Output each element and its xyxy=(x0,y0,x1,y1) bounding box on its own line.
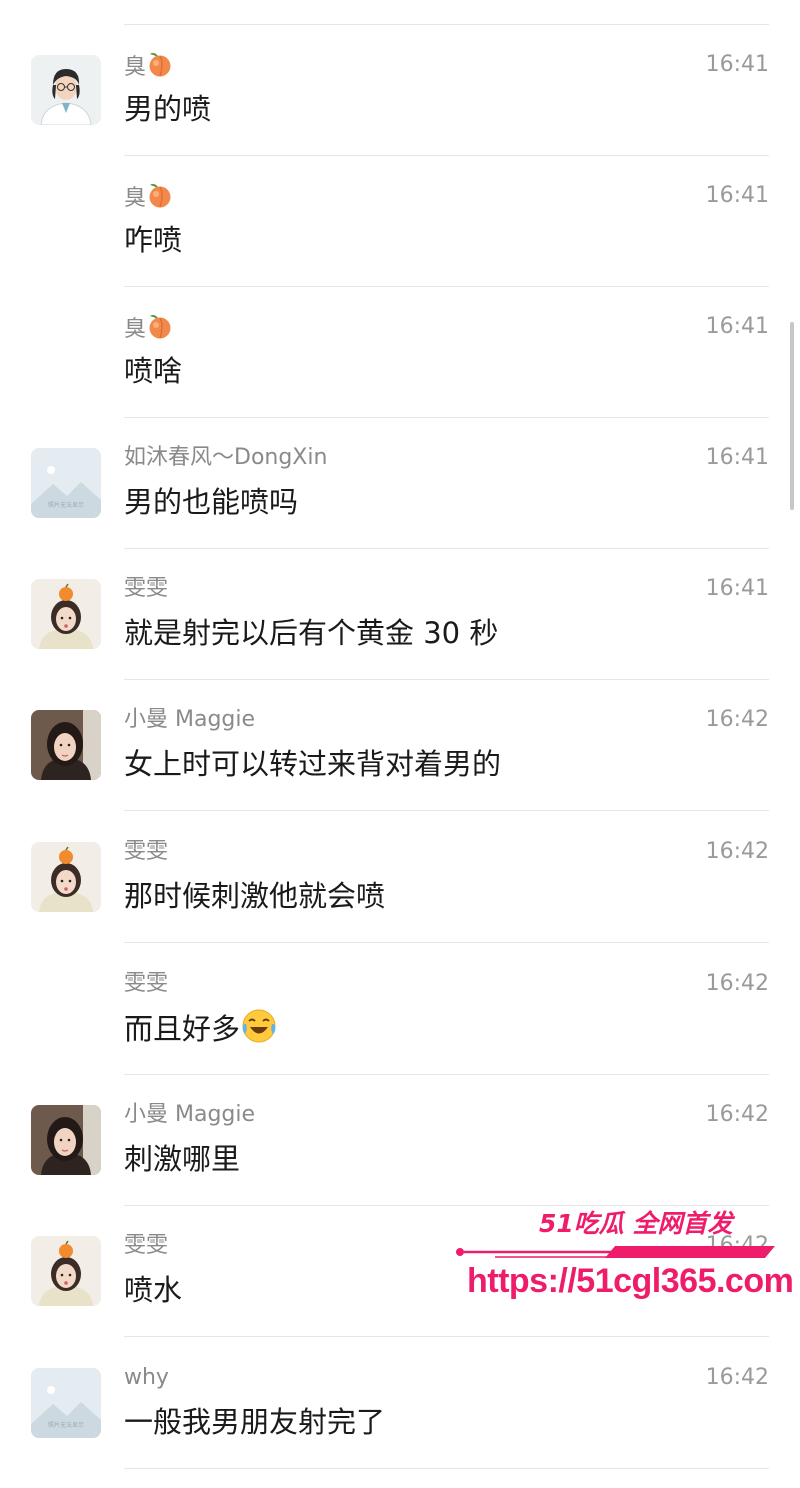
message-row[interactable]: 雯雯 16:42 那时候刺激他就会喷 xyxy=(0,812,800,943)
message-text[interactable]: 女上时可以转过来背对着男的 xyxy=(124,744,501,784)
sender-name: 小曼 Maggie xyxy=(124,707,256,732)
message-text[interactable]: 刺激哪里 xyxy=(124,1139,240,1179)
avatar[interactable] xyxy=(31,1236,101,1306)
message-time: 16:42 xyxy=(705,971,769,996)
message-time: 16:41 xyxy=(705,52,769,77)
message-row[interactable]: 臭 16:41 喷啥 xyxy=(0,287,800,418)
avatar-placeholder-icon[interactable]: 照片无法显示 xyxy=(31,1368,101,1438)
message-time: 16:42 xyxy=(705,839,769,864)
message-text[interactable]: 那时候刺激他就会喷 xyxy=(124,876,385,916)
watermark-url: https://51cgl365.com xyxy=(467,1262,794,1300)
message-text[interactable]: 喷啥 xyxy=(124,351,182,391)
svg-text:照片无法显示: 照片无法显示 xyxy=(48,1421,84,1429)
message-row[interactable]: 小曼 Maggie 16:42 女上时可以转过来背对着男的 xyxy=(0,680,800,811)
divider xyxy=(124,810,769,811)
message-text[interactable]: 咋喷 xyxy=(124,220,182,260)
message-text[interactable]: 一般我男朋友射完了 xyxy=(124,1402,385,1442)
scrollbar[interactable] xyxy=(790,322,794,510)
sender-name: 雯雯 xyxy=(124,839,169,864)
message-text[interactable]: 男的喷 xyxy=(124,89,211,129)
avatar-placeholder-icon[interactable]: 照片无法显示 xyxy=(31,448,101,518)
sender-name: 小曼 Maggie xyxy=(124,1102,256,1127)
sender-name: 雯雯 xyxy=(124,1233,169,1258)
laughing-tears-emoji xyxy=(240,1008,278,1054)
message-row[interactable]: 雯雯 16:42 而且好多 xyxy=(0,944,800,1075)
divider xyxy=(124,1468,769,1469)
message-row[interactable]: 照片无法显示 如沐春风～DongXin 16:41 男的也能喷吗 xyxy=(0,418,800,549)
message-time: 16:41 xyxy=(705,314,769,339)
divider xyxy=(124,942,769,943)
peach-emoji xyxy=(146,51,174,85)
sender-name: 臭 xyxy=(124,182,174,216)
sender-name: 雯雯 xyxy=(124,576,169,601)
message-time: 16:41 xyxy=(705,183,769,208)
avatar[interactable] xyxy=(31,55,101,125)
sender-name: 如沐春风～DongXin xyxy=(124,445,328,470)
message-time: 16:41 xyxy=(705,445,769,470)
avatar[interactable] xyxy=(31,579,101,649)
message-row[interactable]: 臭 16:41 咋喷 xyxy=(0,156,800,287)
message-row[interactable]: 照片无法显示 why 16:42 一般我男朋友射完了 xyxy=(0,1338,800,1469)
svg-text:照片无法显示: 照片无法显示 xyxy=(48,501,84,509)
watermark-brand: 51吃瓜 全网首发 xyxy=(539,1209,733,1238)
message-text[interactable]: 而且好多 xyxy=(124,1008,278,1054)
watermark: 51吃瓜 全网首发 https://51cgl365.com xyxy=(455,1200,794,1310)
sender-name: 雯雯 xyxy=(124,971,169,996)
message-text[interactable]: 男的也能喷吗 xyxy=(124,482,298,522)
sender-name: 臭 xyxy=(124,313,174,347)
peach-emoji xyxy=(146,313,174,347)
message-row[interactable]: 雯雯 16:41 就是射完以后有个黄金 30 秒 xyxy=(0,549,800,680)
message-time: 16:42 xyxy=(705,1102,769,1127)
avatar[interactable] xyxy=(31,842,101,912)
avatar[interactable] xyxy=(31,710,101,780)
message-time: 16:42 xyxy=(705,1365,769,1390)
message-text[interactable]: 喷水 xyxy=(124,1270,182,1310)
sender-name: why xyxy=(124,1365,169,1390)
avatar[interactable] xyxy=(31,1105,101,1175)
message-time: 16:41 xyxy=(705,576,769,601)
peach-emoji xyxy=(146,182,174,216)
sender-name: 臭 xyxy=(124,51,174,85)
divider xyxy=(124,1336,769,1337)
message-row[interactable]: 小曼 Maggie 16:42 刺激哪里 xyxy=(0,1075,800,1206)
message-row[interactable]: 臭 16:41 男的喷 xyxy=(0,25,800,156)
message-text[interactable]: 就是射完以后有个黄金 30 秒 xyxy=(124,613,498,653)
message-time: 16:42 xyxy=(705,707,769,732)
